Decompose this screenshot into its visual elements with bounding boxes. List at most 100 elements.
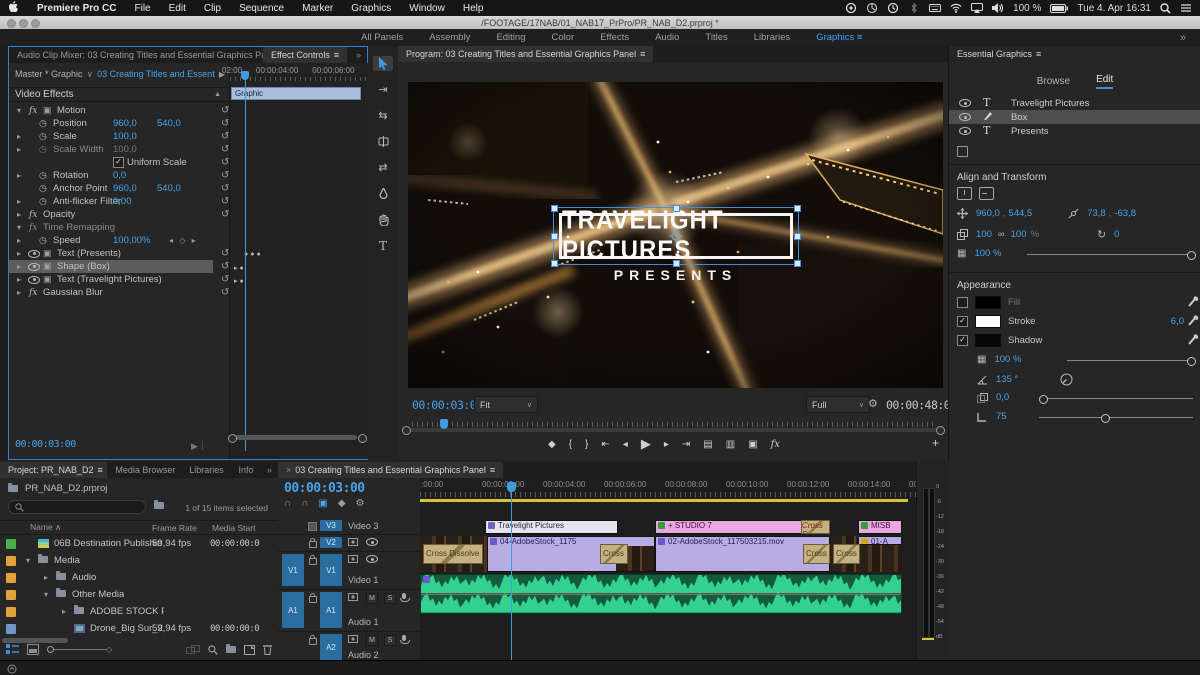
eg-opacity-slider[interactable] <box>1027 254 1193 255</box>
stroke-width-value[interactable]: 6,0 <box>1171 316 1184 327</box>
stopwatch-icon[interactable]: ◷ <box>39 196 47 207</box>
label-color-chip[interactable] <box>6 556 16 566</box>
label-color-chip[interactable] <box>6 573 16 583</box>
notification-center-icon[interactable] <box>1180 3 1192 13</box>
fill-eyedropper-icon[interactable] <box>1188 298 1195 306</box>
timeline-clip[interactable]: 01-A <box>858 536 902 545</box>
twirl-icon[interactable]: ▸ <box>17 275 21 284</box>
program-playhead[interactable] <box>440 419 448 429</box>
program-timecode[interactable]: 00:00:03:00 <box>412 398 483 412</box>
spotlight-icon[interactable] <box>1160 3 1171 14</box>
handle-top-right[interactable] <box>794 205 801 212</box>
new-bin-icon[interactable] <box>226 646 236 653</box>
menu-clock[interactable]: Tue 4. Apr 16:31 <box>1077 3 1151 14</box>
tab-libraries[interactable]: Libraries <box>181 462 230 478</box>
new-layer-button[interactable] <box>957 146 968 157</box>
zoom-level-select[interactable]: Fit∨ <box>474 396 538 413</box>
project-row-other-media[interactable]: ▾Other Media <box>0 586 278 603</box>
ec-row-text-presents-[interactable]: ▸▣Text (Presents)↺ <box>9 247 229 260</box>
sync-lock-icon[interactable] <box>348 555 358 566</box>
volume-icon[interactable] <box>992 2 1004 14</box>
twirl-icon[interactable]: ▸ <box>17 249 21 258</box>
tab-overflow-chevron[interactable]: » <box>261 462 278 478</box>
stopwatch-icon[interactable]: ◷ <box>39 235 47 246</box>
shadow-distance-slider[interactable] <box>1039 398 1193 399</box>
visibility-eye-icon[interactable] <box>28 263 40 271</box>
handle-bottom-center[interactable] <box>673 260 680 267</box>
collapse-icon[interactable]: ▲ <box>214 91 229 98</box>
menu-item-clip[interactable]: Clip <box>195 3 230 14</box>
twirl-icon[interactable]: ▸ <box>17 197 21 206</box>
tab-audio-clip-mixer[interactable]: Audio Clip Mixer: 03 Creating Titles and… <box>9 47 263 63</box>
find-icon[interactable] <box>208 645 218 655</box>
twirl-icon[interactable]: ▸ <box>17 236 21 245</box>
sequence-clip-label[interactable]: 03 Creating Titles and Essential G... <box>97 69 215 79</box>
menu-item-help[interactable]: Help <box>454 3 493 14</box>
ec-row-shape-box-[interactable]: ▸▣Shape (Box)↺ <box>9 260 213 273</box>
ec-row-opacity[interactable]: ▸fxOpacity↺ <box>9 208 229 221</box>
timeline-playhead-handle[interactable] <box>507 482 516 492</box>
ec-playhead-handle[interactable] <box>241 71 249 80</box>
ec-scroll-handle-left[interactable] <box>228 434 237 443</box>
list-view-icon[interactable] <box>6 644 19 655</box>
tab-program-monitor[interactable]: Program: 03 Creating Titles and Essentia… <box>398 46 653 62</box>
pen-tool[interactable] <box>373 186 393 201</box>
tab-media-browser[interactable]: Media Browser <box>107 462 181 478</box>
twirl-icon[interactable]: ▸ <box>17 210 21 219</box>
panel-menu-icon[interactable]: ≡ <box>490 465 495 475</box>
mute-button[interactable]: M <box>366 593 378 604</box>
snap-icon[interactable]: ∩ <box>284 498 291 509</box>
visibility-eye-icon[interactable] <box>28 276 40 284</box>
eg-opacity-value[interactable]: 100 % <box>974 248 1001 259</box>
twirl-icon[interactable]: ▾ <box>17 223 21 232</box>
transition-cross-d[interactable]: Cross D <box>833 544 860 564</box>
visibility-eye-icon[interactable] <box>959 113 971 121</box>
track-header-v3[interactable]: V3Video 3 <box>278 518 420 535</box>
twirl-icon[interactable]: ▸ <box>17 262 21 271</box>
slip-tool[interactable]: ⇄ <box>373 160 393 175</box>
position-y-value[interactable]: 544,5 <box>1008 208 1032 219</box>
timeline-clip[interactable]: 04-AdobeStock_1175 <box>487 536 655 572</box>
ec-row-anti-flicker-filter[interactable]: ▸◷Anti-flicker Filter0,00↺ <box>9 195 229 208</box>
project-row-06b-destination-publishin[interactable]: 06B Destination Publishin59,94 fps00:00:… <box>0 535 278 552</box>
project-breadcrumb[interactable]: PR_NAB_D2.prproj <box>8 483 107 494</box>
mark-out-icon[interactable]: } <box>585 439 588 450</box>
airplay-icon[interactable] <box>971 2 983 14</box>
shadow-swatch[interactable] <box>975 334 1001 347</box>
ec-value-1[interactable]: 960,0 <box>113 183 137 194</box>
timeline-timecode[interactable]: 00:00:03:00 <box>284 481 365 496</box>
source-patch-a1[interactable]: A1 <box>282 592 304 628</box>
ec-row-position[interactable]: ◷Position960,0540,0↺ <box>9 117 229 130</box>
shadow-opacity-slider[interactable] <box>1067 360 1193 361</box>
scale-y-value[interactable]: 100 <box>1011 229 1027 240</box>
button-editor-add-icon[interactable]: + <box>932 436 939 450</box>
track-lock-icon[interactable] <box>309 558 317 565</box>
audio-meters-panel[interactable]: 0-6-12-18-24-30-36-42-48-54dB <box>916 462 949 660</box>
audio-clip[interactable] <box>420 574 902 614</box>
stopwatch-icon[interactable]: ◷ <box>39 170 47 181</box>
export-frame-icon[interactable]: ▣ <box>748 439 757 450</box>
track-target-v3[interactable]: V3 <box>320 520 342 531</box>
keyframe-marker[interactable]: ▸● <box>234 277 246 285</box>
selection-tool[interactable] <box>373 56 393 71</box>
track-header-a2[interactable]: A2MSAudio 2 <box>278 632 420 660</box>
workspace-overflow-chevron[interactable]: » <box>1174 32 1200 44</box>
program-scroll-right[interactable] <box>936 426 945 435</box>
workspace-tab-assembly[interactable]: Assembly <box>416 32 483 43</box>
handle-mid-left[interactable] <box>551 233 558 240</box>
label-color-chip[interactable] <box>6 624 16 634</box>
eg-title[interactable]: Essential Graphics≡ <box>949 46 1049 62</box>
program-scrubber-ticks[interactable] <box>412 422 934 427</box>
master-clip-label[interactable]: Master * Graphic <box>9 69 83 79</box>
menu-item-graphics[interactable]: Graphics <box>342 3 400 14</box>
anchor-point-icon[interactable] <box>669 229 683 243</box>
ec-value-1[interactable]: 960,0 <box>113 118 137 129</box>
go-to-in-icon[interactable]: ⇤ <box>601 439 609 450</box>
column-frame-rate[interactable]: Frame Rate <box>152 523 197 533</box>
ec-scroll-handle-right[interactable] <box>358 434 367 443</box>
keyframe-marker[interactable]: ●●● <box>234 251 263 258</box>
anchor-y-value[interactable]: -63,8 <box>1114 208 1136 219</box>
handle-bottom-right[interactable] <box>794 260 801 267</box>
twirl-icon[interactable]: ▾ <box>44 590 48 599</box>
anchor-x-value[interactable]: 73,8 <box>1087 208 1106 219</box>
